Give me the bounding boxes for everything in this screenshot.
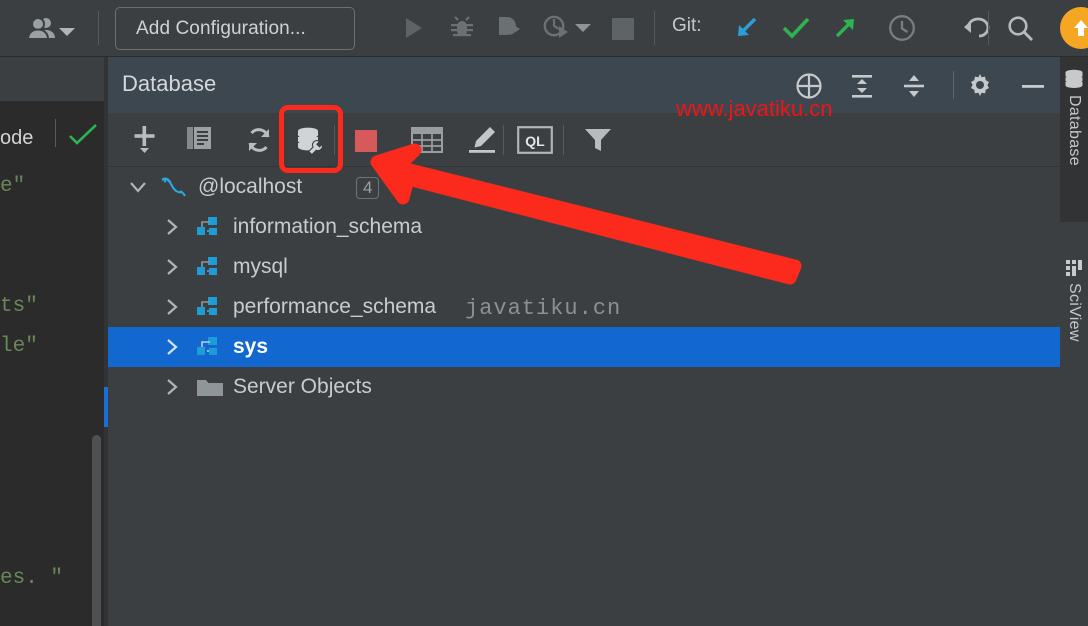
expand-all-icon[interactable] — [847, 71, 877, 101]
git-label: Git: — [672, 15, 702, 37]
chevron-right-icon[interactable] — [160, 335, 184, 359]
page-title: Database — [122, 71, 216, 97]
main-toolbar: Add Configuration... — [0, 0, 1088, 57]
settings-gear-icon[interactable] — [964, 70, 996, 102]
schema-icon — [196, 336, 222, 358]
code-line: e" — [0, 175, 25, 198]
stop-square-icon[interactable] — [611, 17, 634, 40]
tab-database[interactable]: Database — [1060, 57, 1088, 222]
database-properties-icon[interactable] — [294, 124, 328, 158]
tree-row[interactable]: Server Objects — [108, 367, 1060, 407]
chevron-down-icon[interactable] — [58, 24, 76, 42]
breadcrumb-separator — [55, 119, 56, 147]
database-tool-window: Database — [108, 57, 1060, 626]
add-new-icon[interactable] — [130, 123, 164, 157]
update-project-arrow-icon[interactable] — [734, 15, 760, 41]
jump-to-query-console-icon[interactable]: QL — [517, 125, 553, 155]
upload-arrow-icon — [1071, 17, 1088, 39]
users-icon[interactable] — [28, 16, 58, 45]
edit-pencil-icon[interactable] — [466, 124, 498, 156]
code-line: es. " — [0, 567, 63, 590]
tree-item-label: performance_schema — [233, 295, 436, 319]
schema-icon — [196, 296, 222, 318]
toolbar-separator — [503, 125, 504, 155]
header-separator — [953, 71, 954, 99]
tree-item-label: Server Objects — [233, 375, 372, 399]
breadcrumb: ode — [0, 127, 33, 150]
right-tool-stripe: Database SciView — [1060, 57, 1088, 626]
stop-red-icon[interactable] — [354, 130, 378, 152]
toolbar-separator-1 — [98, 11, 99, 45]
schema-icon — [196, 216, 222, 238]
toolbar-separator — [334, 125, 335, 155]
collapse-all-icon[interactable] — [899, 71, 929, 101]
chevron-right-icon[interactable] — [160, 375, 184, 399]
history-clock-icon[interactable] — [888, 14, 916, 42]
chevron-right-icon[interactable] — [160, 255, 184, 279]
run-play-icon[interactable] — [401, 15, 427, 41]
svg-text:QL: QL — [525, 133, 545, 149]
sciview-grid-icon — [1065, 259, 1083, 277]
chevron-right-icon[interactable] — [160, 215, 184, 239]
add-configuration-button[interactable]: Add Configuration... — [115, 7, 355, 50]
tab-sciview-label: SciView — [1065, 283, 1083, 342]
tree-row[interactable]: @localhost 4 — [108, 167, 1060, 207]
database-stack-icon — [1064, 69, 1084, 89]
run-with-coverage-icon[interactable] — [496, 15, 524, 41]
schema-icon — [196, 256, 222, 278]
database-panel-header: Database — [108, 57, 1060, 113]
toolbar-separator-2 — [654, 11, 655, 45]
code-editor-sliver: ode e" ts" le" es. " — [0, 57, 108, 626]
refresh-sync-icon[interactable] — [243, 124, 275, 156]
hide-minimize-icon[interactable] — [1017, 70, 1049, 102]
tree-item-label: information_schema — [233, 215, 422, 239]
filter-icon[interactable] — [583, 125, 613, 155]
status-badge: 4 — [356, 177, 379, 199]
tree-row[interactable]: mysql — [108, 247, 1060, 287]
watermark-middle: javatiku.cn — [465, 296, 621, 321]
code-line: ts" — [0, 295, 38, 318]
watermark-top: www.javatiku.cn — [676, 96, 833, 122]
database-toolbar: QL — [108, 113, 1060, 167]
chevron-right-icon[interactable] — [160, 295, 184, 319]
editor-breadcrumb-bar — [0, 57, 108, 101]
rollback-undo-icon[interactable] — [961, 14, 991, 42]
tab-database-label: Database — [1065, 95, 1083, 166]
tab-sciview[interactable]: SciView — [1060, 247, 1088, 397]
tree-row[interactable]: sys — [108, 327, 1060, 367]
mysql-dolphin-icon — [158, 173, 188, 201]
tree-item-label: mysql — [233, 255, 288, 279]
inspection-check-icon[interactable] — [68, 123, 98, 152]
tree-item-label: sys — [233, 335, 268, 359]
chevron-down-icon[interactable] — [126, 175, 150, 199]
commit-check-icon[interactable] — [782, 16, 810, 40]
toolbar-separator-3 — [988, 11, 989, 45]
vertical-scrollbar[interactable] — [92, 435, 101, 626]
folder-icon — [196, 377, 224, 399]
tree-row[interactable]: information_schema — [108, 207, 1060, 247]
screen-root: Add Configuration... — [0, 0, 1088, 626]
database-tree: @localhost 4 information_sch — [108, 167, 1060, 626]
tree-item-label: @localhost — [198, 175, 302, 199]
toolbar-separator — [563, 125, 564, 155]
add-configuration-label: Add Configuration... — [136, 18, 306, 40]
duplicate-icon[interactable] — [184, 124, 216, 156]
search-icon[interactable] — [1006, 14, 1034, 42]
chevron-down-icon[interactable] — [574, 22, 592, 34]
code-line: le" — [0, 335, 38, 358]
upload-arrow-button[interactable] — [1060, 7, 1088, 49]
data-table-icon[interactable] — [411, 125, 443, 155]
profile-icon[interactable] — [543, 14, 571, 42]
push-arrow-icon[interactable] — [832, 15, 858, 41]
debug-bug-icon[interactable] — [448, 14, 476, 42]
